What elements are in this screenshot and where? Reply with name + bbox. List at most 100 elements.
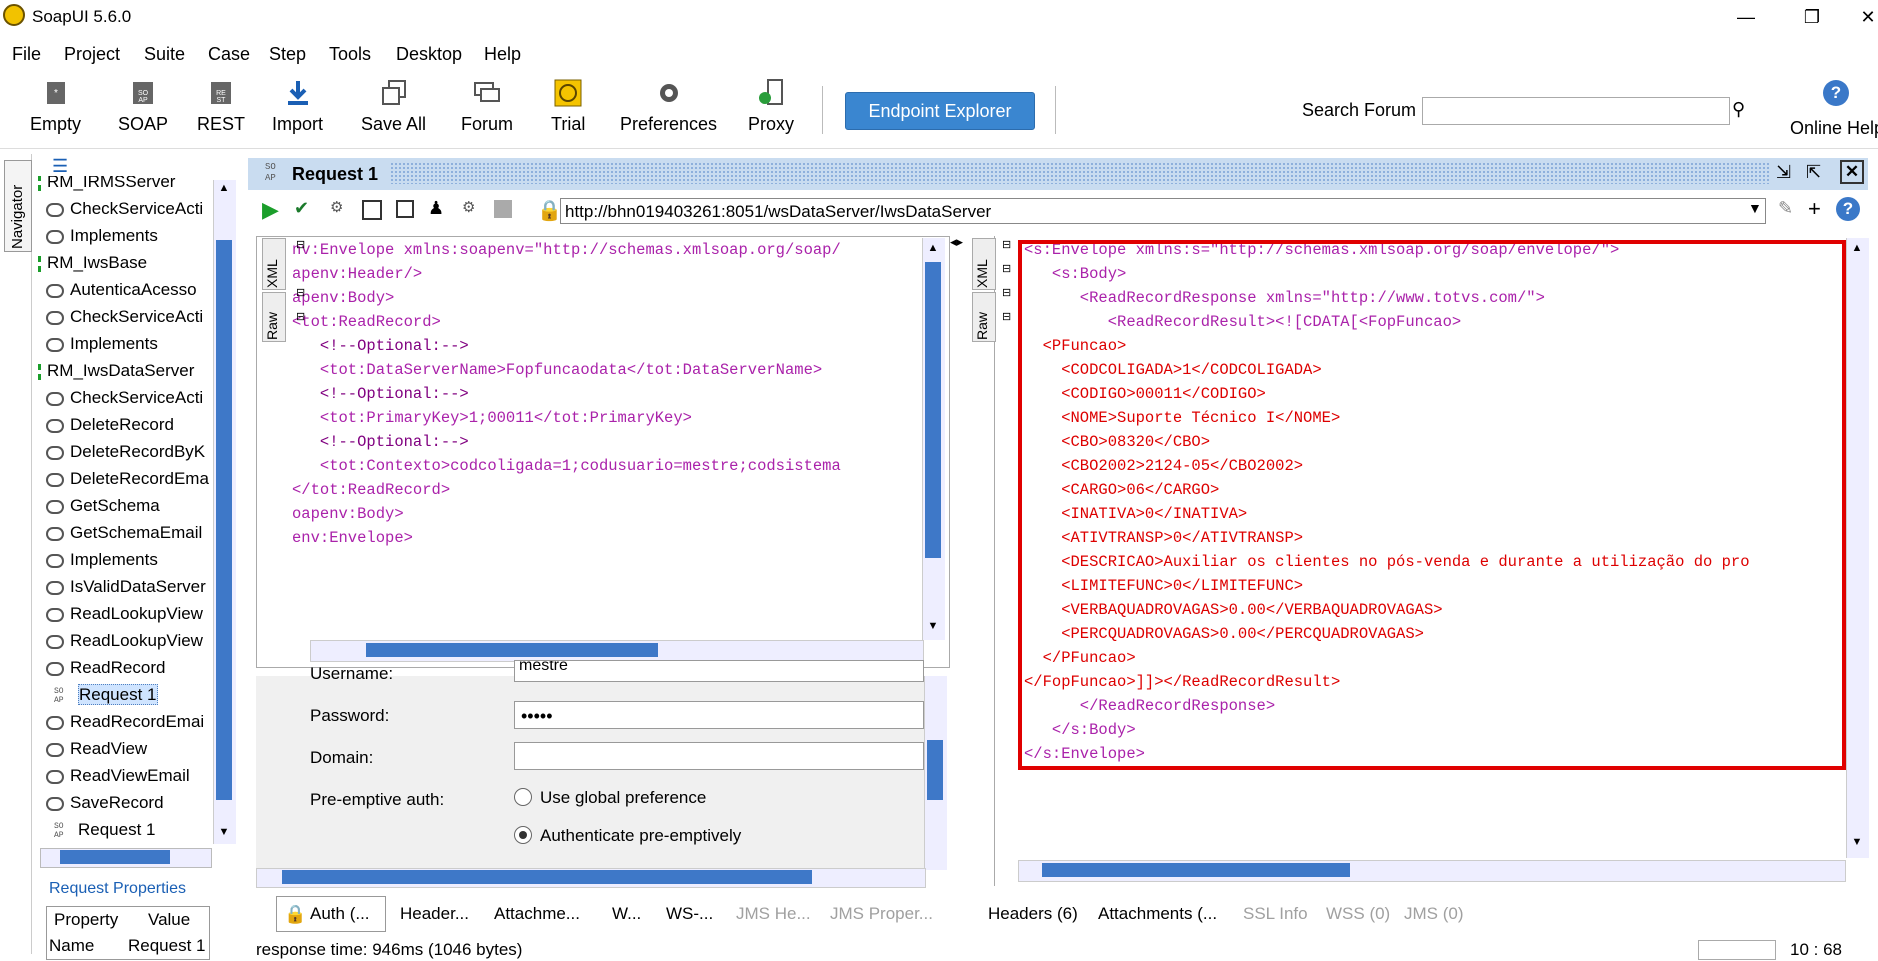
soap-action-icon[interactable]: ⚙: [462, 198, 475, 216]
preferences-button[interactable]: Preferences: [620, 78, 717, 135]
response-vertical-scrollbar[interactable]: [1846, 238, 1869, 858]
fold-toggle-icon[interactable]: ⊟: [1002, 262, 1011, 275]
tree-operation-node[interactable]: Implements: [46, 330, 158, 357]
tree-operation-node[interactable]: GetSchema: [46, 492, 160, 519]
jms-headers-tab[interactable]: JMS He...: [736, 904, 811, 924]
tree-operation-node[interactable]: CheckServiceActi: [46, 303, 203, 330]
restore-button[interactable]: ❐: [1792, 4, 1832, 30]
tree-operation-node[interactable]: DeleteRecordEma: [46, 465, 209, 492]
checkbox-icon[interactable]: [396, 200, 414, 218]
menu-suite[interactable]: Suite: [144, 44, 185, 65]
fold-toggle-icon[interactable]: ⊟: [296, 238, 305, 251]
menu-tools[interactable]: Tools: [329, 44, 371, 65]
submit-request-icon[interactable]: ▶: [262, 197, 279, 223]
tree-operation-node[interactable]: IsValidDataServer: [46, 573, 206, 600]
menu-step[interactable]: Step: [269, 44, 306, 65]
tree-operation-node[interactable]: ReadViewEmail: [46, 762, 190, 789]
lock-icon[interactable]: 🔒: [537, 198, 562, 223]
request-hscroll-thumb[interactable]: [366, 643, 658, 657]
tree-scroll-thumb[interactable]: [216, 240, 232, 800]
endpoint-explorer-button[interactable]: Endpoint Explorer: [845, 92, 1035, 130]
fold-toggle-icon[interactable]: ⊟: [296, 310, 305, 323]
tree-operation-node[interactable]: CheckServiceActi: [46, 384, 203, 411]
property-value-cell[interactable]: Request 1: [128, 936, 206, 956]
tree-operation-node[interactable]: DeleteRecord: [46, 411, 174, 438]
tree-operation-node[interactable]: Implements: [46, 546, 158, 573]
add-to-testcase-icon[interactable]: ✔: [294, 198, 309, 219]
tree-operation-node[interactable]: ReadLookupView: [46, 600, 203, 627]
response-raw-tab[interactable]: Raw: [972, 292, 996, 342]
response-attachments-tab[interactable]: Attachments (...: [1098, 904, 1217, 924]
tree-operation-node[interactable]: AutenticaAcesso: [46, 276, 197, 303]
tree-operation-node[interactable]: Implements: [46, 222, 158, 249]
rest-project-button[interactable]: RE ST REST: [197, 78, 245, 135]
menu-project[interactable]: Project: [64, 44, 120, 65]
fold-toggle-icon[interactable]: ⊟: [1002, 310, 1011, 323]
fold-toggle-icon[interactable]: ⊟: [296, 286, 305, 299]
request-xml-tab[interactable]: XML: [262, 238, 286, 290]
scroll-up-arrow-icon[interactable]: ▲: [213, 182, 235, 194]
response-xml-editor[interactable]: <s:Envelope xmlns:s="http://schemas.xmls…: [1018, 238, 1848, 768]
scroll-up-arrow-icon[interactable]: ▲: [1846, 242, 1868, 254]
scroll-up-arrow-icon[interactable]: ▲: [922, 242, 944, 254]
create-mock-icon[interactable]: ⚙: [330, 198, 343, 216]
username-field[interactable]: mestre: [514, 660, 924, 682]
close-button[interactable]: ✕: [1848, 4, 1878, 30]
trial-button[interactable]: Trial: [551, 78, 585, 135]
scroll-down-arrow-icon[interactable]: ▼: [213, 826, 235, 838]
tree-interface-node[interactable]: RM_IwsBase: [38, 249, 147, 276]
online-help-label[interactable]: Online Help: [1790, 118, 1878, 139]
response-headers-tab[interactable]: Headers (6): [988, 904, 1078, 924]
help-icon[interactable]: ?: [1823, 80, 1849, 106]
ssl-info-tab[interactable]: SSL Info: [1243, 904, 1308, 924]
menu-help[interactable]: Help: [484, 44, 521, 65]
scroll-down-arrow-icon[interactable]: ▼: [1846, 836, 1868, 848]
headers-tab[interactable]: Header...: [400, 904, 469, 924]
request-xml-editor[interactable]: nv:Envelope xmlns:soapenv="http://schema…: [292, 238, 922, 640]
tree-operation-node[interactable]: ReadView: [46, 735, 147, 762]
import-button[interactable]: Import: [272, 78, 323, 135]
add-endpoint-icon[interactable]: +: [1808, 196, 1821, 222]
navigator-tab[interactable]: Navigator: [4, 160, 32, 252]
proxy-button[interactable]: Proxy: [748, 78, 794, 135]
endpoint-url-field[interactable]: http://bhn019403261:8051/wsDataServer/Iw…: [560, 198, 1766, 224]
restore-panel-icon[interactable]: ⇱: [1806, 162, 1821, 183]
tree-request-node[interactable]: SO AP Request 1: [54, 681, 158, 708]
tree-operation-node[interactable]: GetSchemaEmail: [46, 519, 202, 546]
binoculars-icon[interactable]: ⚲: [1732, 99, 1745, 120]
menu-desktop[interactable]: Desktop: [396, 44, 462, 65]
jms-tab[interactable]: JMS (0): [1404, 904, 1464, 924]
request-help-icon[interactable]: ?: [1836, 197, 1860, 221]
user-icon[interactable]: ♟: [428, 198, 444, 219]
scroll-down-arrow-icon[interactable]: ▼: [922, 620, 944, 632]
forum-button[interactable]: Forum: [461, 78, 513, 135]
tree-operation-node[interactable]: SaveRecord: [46, 789, 164, 816]
tree-operation-node[interactable]: ReadLookupView: [46, 627, 203, 654]
preemptive-radio[interactable]: [514, 826, 532, 844]
tree-operation-node[interactable]: DeleteRecordByK: [46, 438, 205, 465]
request-scroll-thumb[interactable]: [925, 262, 941, 558]
ws-addressing-tab[interactable]: W...: [612, 904, 641, 924]
search-forum-input[interactable]: [1422, 97, 1730, 125]
tree-interface-node[interactable]: RM_IRMSServer: [38, 176, 175, 195]
password-field[interactable]: •••••: [514, 701, 924, 729]
url-dropdown-icon[interactable]: ▼: [1748, 200, 1762, 216]
request-raw-tab[interactable]: Raw: [262, 292, 286, 342]
attachments-tab[interactable]: Attachme...: [494, 904, 580, 924]
soap-project-button[interactable]: SO AP SOAP: [118, 78, 168, 135]
edit-endpoint-icon[interactable]: ✎: [1778, 198, 1793, 219]
close-panel-icon[interactable]: ✕: [1840, 160, 1864, 184]
fold-toggle-icon[interactable]: ⊟: [1002, 238, 1011, 251]
tree-operation-node[interactable]: ReadRecord: [46, 654, 165, 681]
tree-view-icon[interactable]: ☰: [52, 156, 68, 177]
wss-tab[interactable]: WSS (0): [1326, 904, 1390, 924]
tree-operation-node[interactable]: ReadRecordEmai: [46, 708, 204, 735]
response-xml-tab[interactable]: XML: [972, 238, 996, 290]
auth-hscroll-thumb[interactable]: [282, 870, 812, 884]
auth-scroll-thumb[interactable]: [927, 740, 943, 800]
jms-properties-tab[interactable]: JMS Proper...: [830, 904, 933, 924]
use-global-radio[interactable]: [514, 788, 532, 806]
tree-request-node[interactable]: SO AP Request 1: [54, 816, 156, 843]
empty-project-button[interactable]: * Empty: [30, 78, 81, 135]
property-name-cell[interactable]: Name: [49, 936, 94, 956]
